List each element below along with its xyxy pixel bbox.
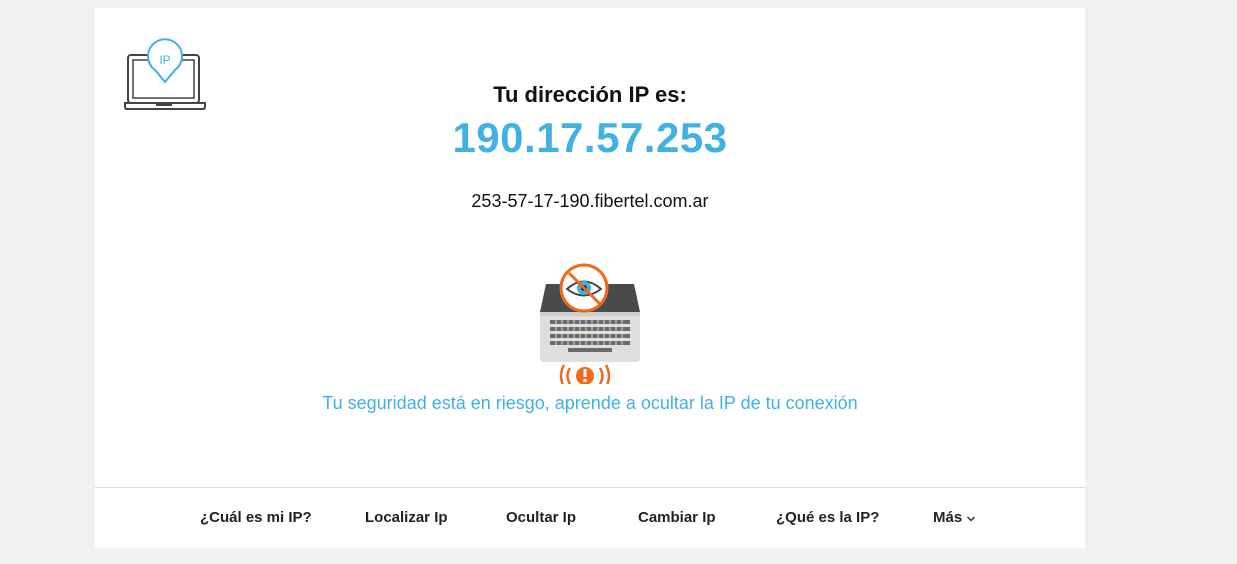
nav-item-ocultar-ip[interactable]: Ocultar Ip bbox=[506, 509, 576, 526]
page-title: Tu dirección IP es: bbox=[493, 82, 687, 107]
chevron-down-icon bbox=[966, 510, 976, 527]
nav-item-mas[interactable]: Más bbox=[933, 509, 976, 527]
nav-item-mas-label: Más bbox=[933, 509, 963, 526]
bottom-nav: ¿Cuál es mi IP? Localizar Ip Ocultar Ip … bbox=[95, 488, 1085, 548]
nav-item-localizar-ip[interactable]: Localizar Ip bbox=[365, 509, 448, 526]
main-card: IP Tu dirección IP es: 190.17.57.253 253… bbox=[95, 8, 1085, 548]
ip-address: 190.17.57.253 bbox=[452, 114, 728, 161]
logo-badge-text: IP bbox=[159, 53, 170, 67]
hostname: 253-57-17-190.fibertel.com.ar bbox=[471, 191, 709, 211]
nav-item-cual-es-mi-ip[interactable]: ¿Cuál es mi IP? bbox=[200, 509, 312, 526]
nav-item-que-es-la-ip[interactable]: ¿Qué es la IP? bbox=[776, 509, 879, 526]
nav-item-cambiar-ip[interactable]: Cambiar Ip bbox=[638, 509, 716, 526]
laptop-eye-warning-icon bbox=[534, 254, 646, 388]
security-risk-link[interactable]: Tu seguridad está en riesgo, aprende a o… bbox=[95, 393, 1085, 414]
